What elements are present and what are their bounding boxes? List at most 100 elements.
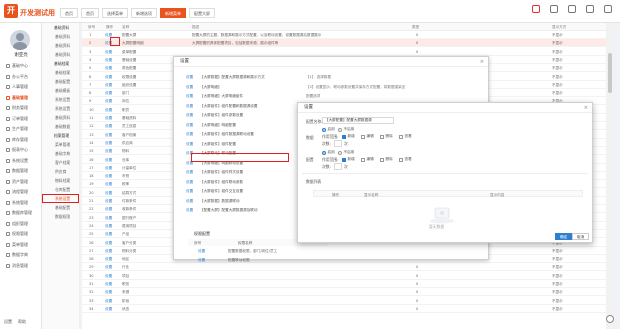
row-setting-link[interactable]: 设置 (105, 191, 112, 196)
row-setting-link[interactable]: 设置 (105, 116, 112, 121)
submenu-item[interactable]: 基础资料 (42, 32, 79, 41)
row-setting-link[interactable]: 设置 (105, 307, 112, 312)
dialog1-row-setting-link[interactable]: 设置 (186, 180, 200, 185)
row-setting-link[interactable]: 设置 (105, 41, 112, 46)
sidebar-item[interactable]: 财务管理 (0, 103, 42, 114)
dialog1-row-setting-link[interactable]: 设置 (186, 151, 200, 156)
dialog1-row-setting-link[interactable]: 设置 (186, 94, 200, 99)
submenu-item[interactable]: 基础模板 (42, 86, 79, 95)
sidebar-item[interactable]: 人事管理 (0, 82, 42, 93)
tab-5[interactable]: 配置大屏 (189, 8, 215, 18)
sidebar-item[interactable]: 权限管理 (0, 229, 42, 240)
group1-radio-enable[interactable]: 启用 (322, 127, 335, 132)
tab-3[interactable]: 新增选项 (131, 8, 157, 18)
submenu-item[interactable]: 系统设置 (42, 95, 79, 104)
row-setting-link[interactable]: 设置 (105, 249, 112, 254)
tab-1[interactable]: 首页 (81, 8, 99, 18)
row-setting-link[interactable]: 设置 (105, 282, 112, 287)
group2-opt-delete[interactable]: 删除 (380, 157, 393, 162)
tab-2[interactable]: 选择菜单 (102, 8, 128, 18)
submenu-item[interactable]: 基础资料 (42, 50, 79, 59)
row-setting-link[interactable]: 设置 (105, 232, 112, 237)
tab-0[interactable]: 首页 (60, 8, 78, 18)
group2-count-input[interactable] (334, 163, 342, 170)
name-input[interactable]: 【大屏配置】配置大屏数据源 (322, 117, 394, 124)
row-setting-link[interactable]: 设置 (105, 224, 112, 229)
sidebar-item[interactable]: 报表中心 (0, 145, 42, 156)
group2-opt-add[interactable]: 新增 (342, 157, 355, 162)
sidebar-item[interactable]: 订单管理 (0, 114, 42, 125)
user-menu-icon[interactable] (604, 5, 612, 13)
dialog1-row-setting-link[interactable]: 设置 (186, 104, 200, 109)
row-setting-link[interactable]: 设置 (105, 141, 112, 146)
row-setting-link[interactable]: 设置 (105, 99, 112, 104)
group2-radio-enable[interactable]: 启用 (322, 150, 335, 155)
table-scrollbar[interactable] (606, 23, 613, 329)
group1-opt-add[interactable]: 新增 (342, 134, 355, 139)
row-setting-link[interactable]: 设置 (105, 149, 112, 154)
sidebar-item[interactable]: 办公平台 (0, 72, 42, 83)
row-setting-link[interactable]: 设置 (105, 199, 112, 204)
dialog1-row-setting-link[interactable]: 设置 (186, 113, 200, 118)
row-setting-link[interactable]: 设置 (105, 91, 112, 96)
sidebar-item[interactable]: 系统管理 (0, 198, 42, 209)
group1-count-input[interactable] (334, 140, 342, 147)
sidebar-item[interactable]: 生产管理 (0, 124, 42, 135)
submenu-item[interactable]: 基础资料 (42, 41, 79, 50)
sidebar-item[interactable]: 菜单管理 (0, 240, 42, 251)
sidebar-item[interactable]: 资产管理 (0, 177, 42, 188)
submenu-item[interactable]: 基础档案 (42, 68, 79, 77)
group1-opt-view[interactable]: 查看 (399, 134, 412, 139)
row-setting-link[interactable]: 设置 (105, 158, 112, 163)
submenu-item[interactable]: 客户档案 (42, 158, 79, 167)
row-setting-link[interactable]: 设置 (105, 265, 112, 270)
row-setting-link[interactable]: 设置 (105, 257, 112, 262)
row-setting-link[interactable]: 设置 (105, 166, 112, 171)
dialog1-row-setting-link[interactable]: 设置 (186, 170, 200, 175)
fullscreen-icon[interactable] (586, 5, 594, 13)
dialog1-row-setting-link[interactable]: 设置 (186, 85, 200, 90)
sidebar-item[interactable]: 基础管理 (0, 93, 42, 104)
dialog1-row-setting-link[interactable]: 设置 (186, 161, 200, 166)
dialog1-bottom-setting-link[interactable]: 设置 (198, 258, 205, 263)
submenu-item[interactable]: 仓库配置 (42, 185, 79, 194)
sidebar-settings-link[interactable]: 设置 (4, 319, 12, 325)
row-setting-link[interactable]: 设置 (105, 299, 112, 304)
dialog1-row-setting-link[interactable]: 设置 (186, 208, 200, 213)
submenu-item[interactable]: 数据权限 (42, 212, 79, 221)
settings-icon[interactable] (568, 5, 576, 13)
dialog1-row-setting-link[interactable]: 设置 (186, 142, 200, 147)
submenu-item[interactable]: 系统设置 (42, 194, 79, 203)
row-setting-link[interactable]: 设置 (105, 241, 112, 246)
sidebar-item[interactable]: 系统设置 (0, 156, 42, 167)
tab-4[interactable]: 新增菜单 (160, 8, 186, 18)
group2-radio-disable[interactable]: 不启用 (338, 150, 354, 155)
submenu-item[interactable]: 基础配置 (42, 77, 79, 86)
row-setting-link[interactable]: 设置 (105, 75, 112, 80)
row-setting-link[interactable]: 设置 (105, 174, 112, 179)
submenu-item[interactable]: 基础配置 (42, 203, 79, 212)
sidebar-item[interactable]: 数据库管理 (0, 208, 42, 219)
float-action-icon[interactable] (606, 315, 614, 323)
sidebar-item[interactable]: 组织管理 (0, 219, 42, 230)
sidebar-item[interactable]: 流程管理 (0, 187, 42, 198)
group2-opt-edit[interactable]: 编辑 (361, 157, 374, 162)
ok-button[interactable]: 确定 (555, 233, 573, 240)
row-setting-link[interactable]: 设置 (105, 133, 112, 138)
row-setting-link[interactable]: 设置 (105, 207, 112, 212)
sidebar-help-link[interactable]: 帮助 (18, 319, 26, 325)
avatar[interactable] (10, 30, 30, 50)
submenu-item[interactable]: 物料档案 (42, 176, 79, 185)
dialog1-row-setting-link[interactable]: 设置 (186, 189, 200, 194)
submenu-item[interactable]: 基础数据 (42, 122, 79, 131)
dialog1-row-setting-link[interactable]: 设置 (186, 123, 200, 128)
dialog2-close-icon[interactable]: × (584, 105, 588, 111)
dialog1-close-icon[interactable]: × (480, 59, 484, 65)
row-setting-link[interactable]: 设置 (105, 290, 112, 295)
row-setting-link[interactable]: 设置 (105, 66, 112, 71)
dialog1-row-setting-link[interactable]: 设置 (186, 199, 200, 204)
submenu-item[interactable]: 基础资料 (42, 113, 79, 122)
message-icon[interactable] (550, 5, 558, 13)
row-setting-link[interactable]: 设置 (105, 83, 112, 88)
row-setting-link[interactable]: 设置 (105, 124, 112, 129)
